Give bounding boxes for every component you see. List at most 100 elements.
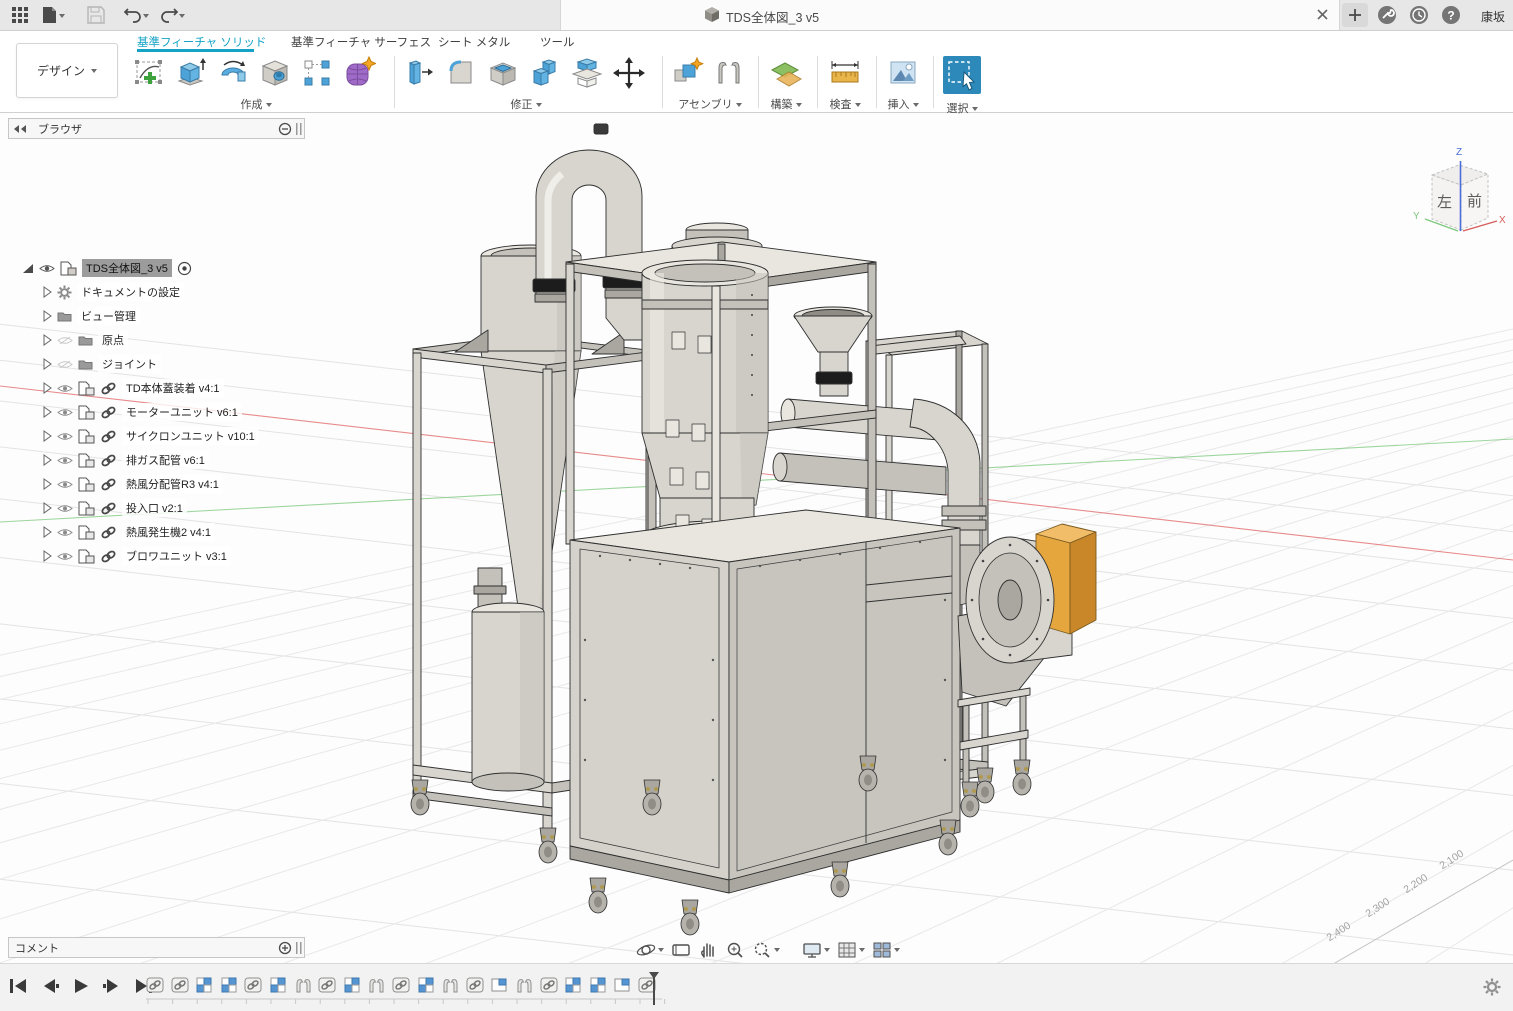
save-icon[interactable] [86, 5, 106, 25]
timeline-item-checker[interactable] [195, 976, 214, 994]
group-label-assemble[interactable]: アセンブリ [668, 96, 752, 112]
display-settings-icon[interactable] [802, 940, 830, 960]
component-label[interactable]: サイクロンユニット v10:1 [122, 427, 259, 445]
timeline-item-flag[interactable] [490, 976, 509, 994]
folder-label[interactable]: 原点 [98, 331, 128, 349]
select-tool-icon[interactable] [941, 54, 983, 96]
timeline-item-link[interactable] [244, 976, 263, 994]
visibility-eye-icon[interactable] [57, 479, 73, 490]
tree-row-component[interactable]: サイクロンユニット v10:1 [8, 424, 259, 448]
component-label[interactable]: 排ガス配管 v6:1 [122, 451, 209, 469]
viewcube-face-front[interactable]: 前 [1467, 193, 1482, 210]
tree-row-folder[interactable]: ドキュメントの設定 [8, 280, 259, 304]
browser-panel-header[interactable]: ブラウザ [8, 118, 305, 139]
measure-icon[interactable] [826, 54, 864, 92]
tree-row-component[interactable]: 投入口 v2:1 [8, 496, 259, 520]
caret-right-icon[interactable] [42, 430, 52, 442]
new-component-icon[interactable] [668, 54, 706, 92]
caret-right-icon[interactable] [42, 502, 52, 514]
fit-zoom-icon[interactable] [752, 940, 780, 960]
app-grid-icon[interactable] [10, 5, 30, 25]
component-label[interactable]: モーターユニット v6:1 [122, 403, 242, 421]
component-label[interactable]: TD本体蓋装着 v4:1 [122, 379, 224, 397]
timeline-step-back-button[interactable] [39, 976, 61, 996]
viewcube-face-left[interactable]: 左 [1437, 194, 1452, 211]
tab-sheet-metal[interactable]: シート メタル [438, 34, 510, 50]
timeline-item-link[interactable] [392, 976, 411, 994]
redo-icon[interactable] [158, 5, 186, 30]
panel-grip[interactable] [296, 942, 302, 954]
insert-canvas-icon[interactable] [884, 54, 922, 92]
timeline-settings-gear-icon[interactable] [1483, 978, 1501, 1001]
timeline-item-joint[interactable] [441, 976, 460, 994]
tree-row-component[interactable]: 排ガス配管 v6:1 [8, 448, 259, 472]
job-status-icon[interactable] [1377, 5, 1397, 25]
component-label[interactable]: 熱風分配管R3 v4:1 [122, 475, 223, 493]
notifications-clock-icon[interactable] [1409, 5, 1429, 25]
timeline-item-link[interactable] [466, 976, 485, 994]
caret-right-icon[interactable] [42, 358, 52, 370]
fillet-icon[interactable] [442, 54, 480, 92]
model-3d[interactable] [411, 124, 1096, 935]
group-label-construct[interactable]: 構築 [764, 96, 808, 112]
document-tab[interactable] [560, 0, 1340, 30]
tree-row-folder[interactable]: ビュー管理 [8, 304, 259, 328]
pattern-icon[interactable] [298, 54, 336, 92]
timeline-item-joint[interactable] [367, 976, 386, 994]
shell-icon[interactable] [484, 54, 522, 92]
tree-row-component[interactable]: 熱風分配管R3 v4:1 [8, 472, 259, 496]
timeline-item-link[interactable] [171, 976, 190, 994]
tab-surface[interactable]: 基準フィーチャ サーフェス [291, 34, 431, 50]
help-icon[interactable]: ? [1441, 5, 1461, 25]
timeline-item-link[interactable] [318, 976, 337, 994]
timeline-item-link[interactable] [146, 976, 165, 994]
tab-solid[interactable]: 基準フィーチャ ソリッド [137, 34, 266, 50]
panel-grip[interactable] [296, 123, 302, 135]
timeline-item-checker[interactable] [417, 976, 436, 994]
split-body-icon[interactable] [568, 54, 606, 92]
timeline-play-button[interactable] [70, 976, 92, 996]
caret-right-icon[interactable] [42, 454, 52, 466]
pan-icon[interactable] [698, 940, 718, 960]
timeline-item-link[interactable] [540, 976, 559, 994]
tree-row-component[interactable]: ブロワユニット v3:1 [8, 544, 259, 568]
close-tab-icon[interactable] [1314, 5, 1330, 25]
new-tab-button[interactable] [1342, 3, 1368, 27]
orbit-icon[interactable] [636, 940, 664, 960]
tab-tools[interactable]: ツール [540, 34, 575, 50]
group-label-create[interactable]: 作成 [130, 96, 382, 112]
group-label-select[interactable]: 選択 [939, 100, 985, 116]
visibility-eye-off-icon[interactable] [57, 335, 73, 346]
timeline-item-checker[interactable] [589, 976, 608, 994]
zoom-icon[interactable] [725, 940, 745, 960]
visibility-eye-icon[interactable] [57, 383, 73, 394]
comment-panel-header[interactable]: コメント [8, 937, 305, 958]
folder-label[interactable]: ジョイント [98, 355, 161, 373]
minimize-panel-icon[interactable] [278, 122, 292, 136]
file-menu-icon[interactable] [40, 5, 66, 30]
caret-right-icon[interactable] [42, 550, 52, 562]
caret-right-icon[interactable] [42, 406, 52, 418]
combine-icon[interactable] [526, 54, 564, 92]
tree-row-component[interactable]: 熱風発生機2 v4:1 [8, 520, 259, 544]
folder-label[interactable]: ビュー管理 [77, 307, 140, 325]
component-label[interactable]: 投入口 v2:1 [122, 499, 187, 517]
visibility-eye-icon[interactable] [39, 263, 55, 274]
caret-right-icon[interactable] [42, 478, 52, 490]
visibility-eye-icon[interactable] [57, 503, 73, 514]
component-label[interactable]: 熱風発生機2 v4:1 [122, 523, 215, 541]
caret-right-icon[interactable] [42, 382, 52, 394]
timeline-item-checker[interactable] [269, 976, 288, 994]
activate-component-radio[interactable] [177, 261, 192, 276]
tree-row-folder[interactable]: 原点 [8, 328, 259, 352]
visibility-eye-icon[interactable] [57, 527, 73, 538]
tree-row-root[interactable]: TDS全体図_3 v5 [8, 256, 259, 280]
visibility-eye-icon[interactable] [57, 455, 73, 466]
move-icon[interactable] [610, 54, 648, 92]
caret-right-icon[interactable] [42, 334, 52, 346]
user-name[interactable]: 康坂 [1481, 8, 1505, 25]
caret-right-icon[interactable] [42, 310, 52, 322]
visibility-eye-icon[interactable] [57, 551, 73, 562]
visibility-eye-icon[interactable] [57, 431, 73, 442]
group-label-inspect[interactable]: 検査 [823, 96, 867, 112]
